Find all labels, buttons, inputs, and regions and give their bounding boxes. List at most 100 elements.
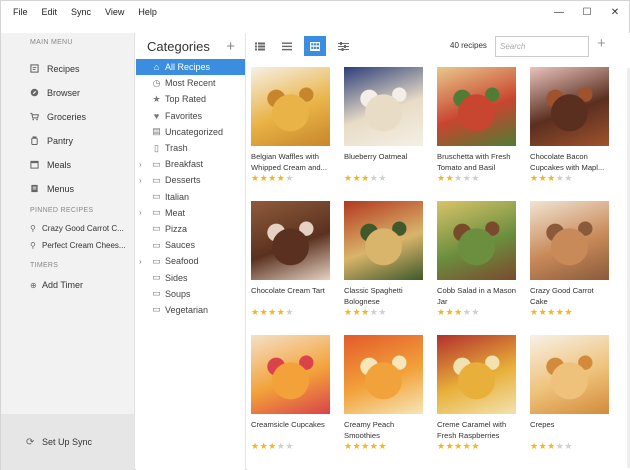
details-view-button[interactable] — [249, 36, 271, 56]
category-uncategorized[interactable]: ▤ Uncategorized — [136, 124, 245, 140]
category-meat[interactable]: › ▭ Meat — [136, 205, 245, 221]
folder-icon: ▭ — [152, 255, 161, 266]
menu-edit[interactable]: Edit — [35, 1, 65, 23]
recipe-card[interactable]: Creamsicle Cupcakes ★★★★★ — [251, 335, 330, 452]
star-icon: ★ — [471, 173, 480, 183]
recipe-title: Belgian Waffles with Whipped Cream and..… — [251, 152, 327, 172]
grid-view-button[interactable] — [304, 36, 326, 56]
search-input[interactable] — [495, 36, 589, 57]
sidebar-item-menus[interactable]: Menus — [1, 177, 134, 201]
recipe-title: Creme Caramel with Fresh Raspberries — [437, 420, 507, 440]
menu-view[interactable]: View — [98, 1, 131, 23]
recipe-card[interactable]: Cobb Salad in a Mason Jar ★★★★★ — [437, 201, 516, 318]
recipe-card[interactable]: Bruschetta with Fresh Tomato and Basil ★★… — [437, 67, 516, 184]
sidebar-item-label: Groceries — [47, 112, 87, 122]
list-icon — [282, 42, 292, 50]
add-category-button[interactable]: + — [226, 39, 235, 54]
category-all-recipes[interactable]: ⌂ All Recipes — [136, 59, 245, 76]
sidebar-item-browser[interactable]: Browser — [1, 81, 134, 105]
recipe-title: Chocolate Cream Tart — [251, 286, 325, 295]
chevron-right-icon[interactable]: › — [139, 257, 142, 266]
star-rating: ★★★★★ — [530, 307, 609, 318]
star-icon: ★ — [547, 441, 556, 451]
category-top-rated[interactable]: ★ Top Rated — [136, 91, 245, 107]
recipe-photo — [251, 201, 330, 280]
category-italian[interactable]: ▭ Italian — [136, 189, 245, 205]
category-label: Uncategorized — [165, 126, 224, 137]
star-icon: ★ — [344, 441, 353, 451]
star-icon: ★ — [285, 441, 294, 451]
recipe-card[interactable]: Chocolate Cream Tart ★★★★★ — [251, 201, 330, 318]
recipe-card[interactable]: Creamy Peach Smoothies ★★★★★ — [344, 335, 423, 452]
filter-button[interactable] — [332, 36, 354, 56]
menu-book-icon — [31, 184, 38, 193]
main-menu-label: MAIN MENU — [30, 39, 73, 46]
star-icon: ★ — [564, 173, 573, 183]
recipe-card[interactable]: Crepes ★★★★★ — [530, 335, 609, 452]
add-timer-button[interactable]: ⊕ Add Timer — [1, 276, 134, 294]
category-pizza[interactable]: ▭ Pizza — [136, 221, 245, 237]
category-desserts[interactable]: › ▭ Desserts — [136, 172, 245, 188]
recipe-card[interactable]: Chocolate Bacon Cupcakes with Mapl... ★★★… — [530, 67, 609, 184]
sidebar-item-meals[interactable]: Meals — [1, 153, 134, 177]
category-seafood[interactable]: › ▭ Seafood — [136, 253, 245, 269]
menu-help[interactable]: Help — [131, 1, 164, 23]
chevron-right-icon[interactable]: › — [139, 176, 142, 185]
chevron-right-icon[interactable]: › — [139, 160, 142, 169]
category-trash[interactable]: ▯ Trash — [136, 140, 245, 156]
folder-icon: ▭ — [152, 207, 161, 218]
sync-icon: ⟳ — [26, 436, 35, 448]
category-vegetarian[interactable]: ▭ Vegetarian — [136, 302, 245, 318]
star-icon: ★ — [471, 441, 480, 451]
trash-icon: ▯ — [154, 142, 159, 153]
recipe-photo — [530, 335, 609, 414]
star-icon: ★ — [437, 441, 446, 451]
recipe-photo — [530, 201, 609, 280]
star-icon: ★ — [445, 307, 455, 317]
recipe-card[interactable]: Creme Caramel with Fresh Raspberries ★★★★… — [437, 335, 516, 452]
add-recipe-button[interactable]: + — [597, 35, 606, 52]
star-icon: ★ — [352, 441, 362, 451]
category-label: Sides — [165, 272, 188, 283]
category-sides[interactable]: ▭ Sides — [136, 269, 245, 285]
list-view-button[interactable] — [276, 36, 298, 56]
recipe-card[interactable]: Belgian Waffles with Whipped Cream and..… — [251, 67, 330, 184]
category-label: Meat — [165, 207, 186, 218]
sidebar-item-groceries[interactable]: Groceries — [1, 105, 134, 129]
sidebar-item-recipes[interactable]: Recipes — [1, 57, 134, 81]
sidebar: MAIN MENU Recipes Browser Groceries Pant… — [1, 33, 135, 470]
sidebar-item-pantry[interactable]: Pantry — [1, 129, 134, 153]
recipe-card[interactable]: Blueberry Oatmeal ★★★★★ — [344, 67, 423, 184]
recipe-card[interactable]: Classic Spaghetti Bolognese ★★★★★ — [344, 201, 423, 318]
close-button[interactable]: ✕ — [601, 1, 629, 23]
category-most-recent[interactable]: ◷ Most Recent — [136, 75, 245, 91]
recipe-title: Crazy Good Carrot Cake — [530, 286, 594, 306]
category-label: Italian — [165, 191, 190, 202]
grid-icon — [310, 41, 320, 51]
add-timer-label: Add Timer — [42, 280, 84, 290]
minimize-button[interactable]: — — [545, 1, 573, 23]
pinned-recipe[interactable]: ⚲ Perfect Cream Chees... — [1, 237, 134, 254]
calendar-icon — [30, 160, 39, 169]
menu-file[interactable]: File — [1, 1, 35, 23]
category-label: Desserts — [165, 175, 201, 186]
pinned-recipe[interactable]: ⚲ Crazy Good Carrot C... — [1, 220, 134, 237]
recipe-card[interactable]: Crazy Good Carrot Cake ★★★★★ — [530, 201, 609, 318]
setup-sync-label: Set Up Sync — [42, 437, 93, 447]
recipe-photo — [437, 201, 516, 280]
clock-icon: ◷ — [152, 77, 161, 88]
star-rating: ★★★★★ — [530, 173, 609, 184]
category-soups[interactable]: ▭ Soups — [136, 286, 245, 302]
category-breakfast[interactable]: › ▭ Breakfast — [136, 156, 245, 172]
category-sauces[interactable]: ▭ Sauces — [136, 237, 245, 253]
maximize-button[interactable]: ☐ — [573, 1, 601, 23]
menu-sync[interactable]: Sync — [64, 1, 98, 23]
folder-icon: ▭ — [152, 304, 161, 315]
folder-icon: ▭ — [152, 239, 161, 250]
category-favorites[interactable]: ♥ Favorites — [136, 108, 245, 124]
chevron-right-icon[interactable]: › — [139, 208, 142, 217]
category-label: Pizza — [165, 223, 188, 234]
setup-sync-button[interactable]: ⟳ Set Up Sync — [1, 414, 134, 470]
plus-circle-icon: ⊕ — [30, 280, 37, 290]
category-label: All Recipes — [165, 62, 211, 73]
